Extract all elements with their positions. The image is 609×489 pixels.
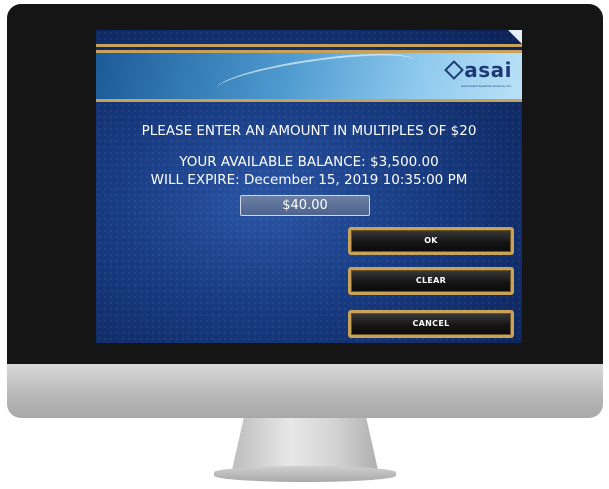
amount-input[interactable]: $40.00 bbox=[240, 195, 370, 216]
atm-screen: asai Automated Systems America, Inc. PLE… bbox=[96, 30, 522, 343]
available-balance: YOUR AVAILABLE BALANCE: $3,500.00 bbox=[179, 154, 439, 170]
asai-logo: asai bbox=[444, 58, 512, 82]
balance-expiry: WILL EXPIRE: December 15, 2019 10:35:00 … bbox=[150, 172, 468, 188]
monitor-stand-base bbox=[214, 466, 396, 482]
monitor-chin bbox=[7, 364, 603, 418]
ok-button[interactable]: OK bbox=[348, 227, 514, 255]
cancel-button[interactable]: CANCEL bbox=[348, 310, 514, 338]
screen-corner-mark bbox=[508, 30, 522, 44]
asai-logo-icon bbox=[444, 60, 465, 80]
clear-button[interactable]: CLEAR bbox=[348, 267, 514, 295]
logo-text: asai bbox=[464, 58, 512, 82]
logo-tagline: Automated Systems America, Inc. bbox=[461, 84, 512, 88]
gold-trim-line bbox=[96, 44, 522, 47]
header-banner: asai Automated Systems America, Inc. bbox=[96, 50, 522, 102]
monitor-illustration: asai Automated Systems America, Inc. PLE… bbox=[0, 0, 609, 489]
amount-prompt: PLEASE ENTER AN AMOUNT IN MULTIPLES OF $… bbox=[141, 123, 477, 139]
monitor-stand-neck bbox=[232, 418, 378, 470]
